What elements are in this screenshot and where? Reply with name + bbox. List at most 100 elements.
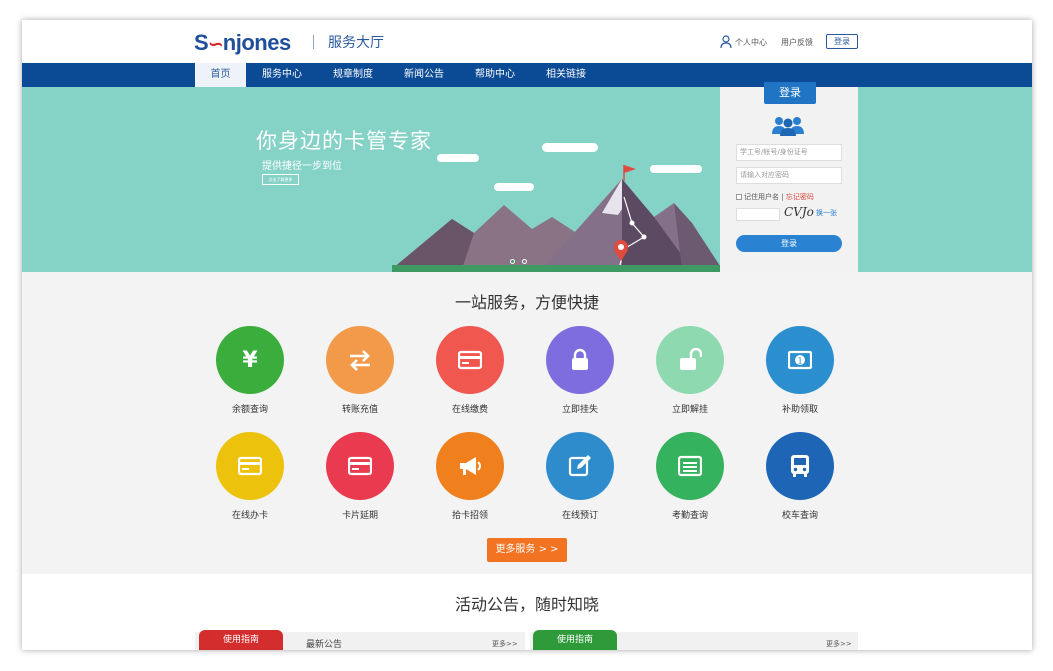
login-tab[interactable]: 登录 bbox=[764, 82, 816, 104]
lock-icon bbox=[572, 348, 588, 370]
password-input[interactable]: 请输入对应密码 bbox=[736, 167, 842, 184]
banner-learn-more-button[interactable]: 点击了解更多 bbox=[262, 174, 299, 185]
service-label: 在线缴费 bbox=[451, 405, 488, 415]
service-label: 在线办卡 bbox=[231, 511, 268, 521]
unlock-icon bbox=[680, 348, 702, 370]
nav-item-rules[interactable]: 规章制度 bbox=[324, 63, 382, 87]
service-circle[interactable] bbox=[436, 432, 504, 500]
services-title: 一站服务，方便快捷 bbox=[454, 293, 599, 312]
header-login-button[interactable]: 登录 bbox=[826, 34, 858, 49]
page-frame: S∽njones 服务大厅 个人中心 用户反馈 登录 首页 服务中心 规章制度 … bbox=[22, 20, 1032, 650]
login-panel: 登录 学工号/帐号/身份证号 请输入对应密码 记住用户名 | 忘记密码 CVJo… bbox=[720, 82, 858, 272]
nav-item-help[interactable]: 帮助中心 bbox=[466, 63, 524, 87]
service-item[interactable]: 立即挂失 bbox=[546, 326, 614, 415]
logo-text-s: S bbox=[194, 30, 209, 55]
hero-banner: 你身边的卡管专家 提供捷径一步到位 点击了解更多 bbox=[22, 87, 1032, 272]
service-circle[interactable] bbox=[546, 326, 614, 394]
bus-icon bbox=[791, 455, 809, 477]
service-circle[interactable] bbox=[766, 432, 834, 500]
service-circle[interactable] bbox=[436, 326, 504, 394]
service-label: 拾卡招领 bbox=[451, 511, 488, 521]
service-label: 校车查询 bbox=[781, 511, 818, 521]
service-circle[interactable] bbox=[326, 432, 394, 500]
logo-text-rest: njones bbox=[222, 30, 291, 55]
banner-subtitle: 提供捷径一步到位 bbox=[262, 161, 342, 172]
money-icon: 1 bbox=[788, 350, 812, 370]
user-center-link[interactable]: 个人中心 bbox=[735, 37, 767, 48]
service-circle[interactable] bbox=[326, 326, 394, 394]
yen-icon: ¥ bbox=[242, 348, 258, 372]
service-item[interactable]: 立即解挂 bbox=[656, 326, 724, 415]
notices-title: 活动公告，随时知晓 bbox=[454, 595, 599, 614]
more-services-button[interactable]: 更多服务 > > bbox=[487, 538, 567, 562]
captcha-image: CVJo bbox=[784, 205, 814, 219]
logo-divider bbox=[313, 35, 314, 49]
remember-row: 记住用户名 | 忘记密码 bbox=[736, 192, 814, 202]
remember-separator: | bbox=[781, 193, 784, 201]
sanjones-logo[interactable]: S∽njones bbox=[194, 30, 291, 56]
notice-more-right[interactable]: 更多>> bbox=[826, 639, 852, 649]
service-item[interactable]: 1 补助领取 bbox=[766, 326, 834, 415]
forgot-password-link[interactable]: 忘记密码 bbox=[786, 193, 814, 201]
list-icon bbox=[678, 455, 702, 477]
service-item[interactable]: 在线预订 bbox=[546, 432, 614, 521]
change-captcha-link[interactable]: 换一张 bbox=[816, 208, 837, 218]
card-icon bbox=[348, 456, 372, 476]
cloud-shape bbox=[542, 143, 598, 152]
svg-text:¥: ¥ bbox=[242, 348, 258, 372]
banner-dot-active[interactable] bbox=[510, 259, 515, 264]
service-circle[interactable] bbox=[656, 432, 724, 500]
nav-item-news[interactable]: 新闻公告 bbox=[395, 63, 453, 87]
notice-more-left[interactable]: 更多>> bbox=[492, 639, 518, 649]
service-circle[interactable]: ¥ bbox=[216, 326, 284, 394]
service-circle[interactable] bbox=[216, 432, 284, 500]
top-header: S∽njones 服务大厅 个人中心 用户反馈 登录 bbox=[22, 20, 1032, 63]
account-input[interactable]: 学工号/帐号/身份证号 bbox=[736, 144, 842, 161]
users-icon bbox=[772, 117, 804, 136]
mountain-illustration bbox=[392, 165, 722, 272]
logo-mark: ∽ bbox=[208, 34, 223, 54]
service-circle[interactable]: 1 bbox=[766, 326, 834, 394]
nav-item-links[interactable]: 相关链接 bbox=[537, 63, 595, 87]
main-nav: 首页 服务中心 规章制度 新闻公告 帮助中心 相关链接 bbox=[22, 63, 1032, 87]
service-label: 考勤查询 bbox=[671, 511, 708, 521]
service-item[interactable]: 在线办卡 bbox=[216, 432, 284, 521]
service-hall-title: 服务大厅 bbox=[328, 35, 384, 51]
service-label: 卡片延期 bbox=[341, 511, 378, 521]
service-item[interactable]: 转账充值 bbox=[326, 326, 394, 415]
service-label: 立即挂失 bbox=[561, 405, 598, 415]
service-circle[interactable] bbox=[656, 326, 724, 394]
nav-item-home[interactable]: 首页 bbox=[195, 63, 246, 87]
nav-item-service-center[interactable]: 服务中心 bbox=[253, 63, 311, 87]
remember-label: 记住用户名 bbox=[744, 193, 779, 201]
service-item[interactable]: 在线缴费 bbox=[436, 326, 504, 415]
card-icon bbox=[238, 456, 262, 476]
service-circle[interactable] bbox=[546, 432, 614, 500]
notice-tag-right[interactable]: 使用指南 bbox=[533, 630, 617, 650]
captcha-input[interactable] bbox=[736, 208, 780, 221]
latest-notice-heading: 最新公告 bbox=[306, 640, 343, 650]
service-label: 立即解挂 bbox=[671, 405, 708, 415]
login-submit-button[interactable]: 登录 bbox=[736, 235, 842, 252]
notice-tag-left[interactable]: 使用指南 bbox=[199, 630, 283, 650]
service-item[interactable]: 卡片延期 bbox=[326, 432, 394, 521]
edit-icon bbox=[568, 455, 591, 477]
card-icon bbox=[458, 350, 482, 370]
service-item[interactable]: 拾卡招领 bbox=[436, 432, 504, 521]
service-item[interactable]: ¥ 余额查询 bbox=[216, 326, 284, 415]
user-icon[interactable] bbox=[720, 35, 732, 49]
service-label: 在线预订 bbox=[561, 511, 598, 521]
services-section bbox=[22, 272, 1032, 574]
service-label: 余额查询 bbox=[231, 405, 268, 415]
megaphone-icon bbox=[460, 457, 481, 475]
svg-text:1: 1 bbox=[797, 357, 802, 366]
service-label: 补助领取 bbox=[781, 405, 818, 415]
transfer-icon bbox=[350, 350, 370, 371]
service-item[interactable]: 考勤查询 bbox=[656, 432, 724, 521]
feedback-link[interactable]: 用户反馈 bbox=[781, 37, 813, 48]
remember-checkbox[interactable] bbox=[736, 194, 742, 200]
banner-dot[interactable] bbox=[522, 259, 527, 264]
banner-title: 你身边的卡管专家 bbox=[256, 129, 432, 153]
service-item[interactable]: 校车查询 bbox=[766, 432, 834, 521]
service-label: 转账充值 bbox=[341, 405, 378, 415]
